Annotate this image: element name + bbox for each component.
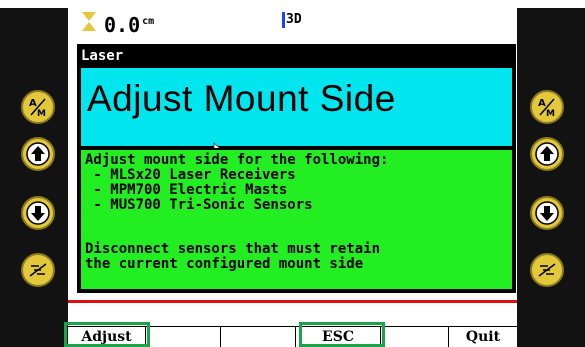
mode-label: 3D <box>286 12 302 27</box>
right-up-button[interactable] <box>530 137 564 171</box>
dialog-heading: Adjust Mount Side <box>87 78 396 119</box>
svg-text:A: A <box>538 98 546 109</box>
left-settings-button[interactable] <box>21 253 55 287</box>
depth-unit: cm <box>142 16 155 27</box>
body-line: - MUS700 Tri-Sonic Sensors <box>85 197 313 213</box>
body-line: - MLSx20 Laser Receivers <box>85 167 296 183</box>
right-auto-manual-button[interactable]: A M <box>530 90 564 124</box>
body-line: Adjust mount side for the following: <box>85 152 389 168</box>
esc-highlight-box <box>299 322 385 347</box>
arrow-up-icon <box>535 142 559 166</box>
right-bezel <box>517 8 585 347</box>
body-line: the current configured mount side <box>85 256 364 272</box>
left-up-button[interactable] <box>21 137 55 171</box>
left-down-button[interactable] <box>21 196 55 230</box>
depth-readout: 0.0 cm <box>104 13 154 37</box>
dialog-title: Laser <box>81 48 124 64</box>
left-bezel <box>0 8 68 347</box>
settings-scale-icon <box>538 263 556 277</box>
auto-manual-icon: A M <box>29 98 46 119</box>
softkey-blank-5[interactable] <box>381 327 449 347</box>
device-screen-view: A M A M 0.0 cm 3D Laser Adjust Mount Sid… <box>0 0 585 347</box>
separator-line <box>68 300 517 303</box>
left-auto-manual-button[interactable]: A M <box>21 90 55 124</box>
right-settings-button[interactable] <box>530 253 564 287</box>
svg-text:M: M <box>546 109 555 119</box>
svg-text:A: A <box>29 98 37 109</box>
adjust-highlight-box <box>64 322 150 347</box>
arrow-down-icon <box>535 201 559 225</box>
body-line: - MPM700 Electric Masts <box>85 182 288 198</box>
lcd-screen: 0.0 cm 3D Laser Adjust Mount Side Adjust … <box>68 8 517 347</box>
settings-scale-icon <box>29 263 47 277</box>
right-down-button[interactable] <box>530 196 564 230</box>
message-dialog: Laser Adjust Mount Side Adjust mount sid… <box>77 44 516 293</box>
elevation-up-indicator-icon <box>82 12 96 21</box>
arrow-up-icon <box>26 142 50 166</box>
status-bar: 0.0 cm 3D <box>68 8 517 44</box>
body-line: Disconnect sensors that must retain <box>85 241 381 257</box>
mode-indicator-bar <box>282 12 285 28</box>
softkey-blank-2[interactable] <box>146 327 221 347</box>
softkey-quit[interactable]: Quit <box>449 327 517 347</box>
svg-text:M: M <box>37 109 46 119</box>
auto-manual-icon: A M <box>538 98 555 119</box>
dialog-body: Adjust mount side for the following: - M… <box>79 148 514 291</box>
elevation-down-indicator-icon <box>82 22 96 31</box>
depth-value: 0.0 <box>104 13 141 37</box>
arrow-down-icon <box>26 201 50 225</box>
dialog-heading-panel: Adjust Mount Side <box>79 66 514 148</box>
softkey-blank-3[interactable] <box>221 327 296 347</box>
